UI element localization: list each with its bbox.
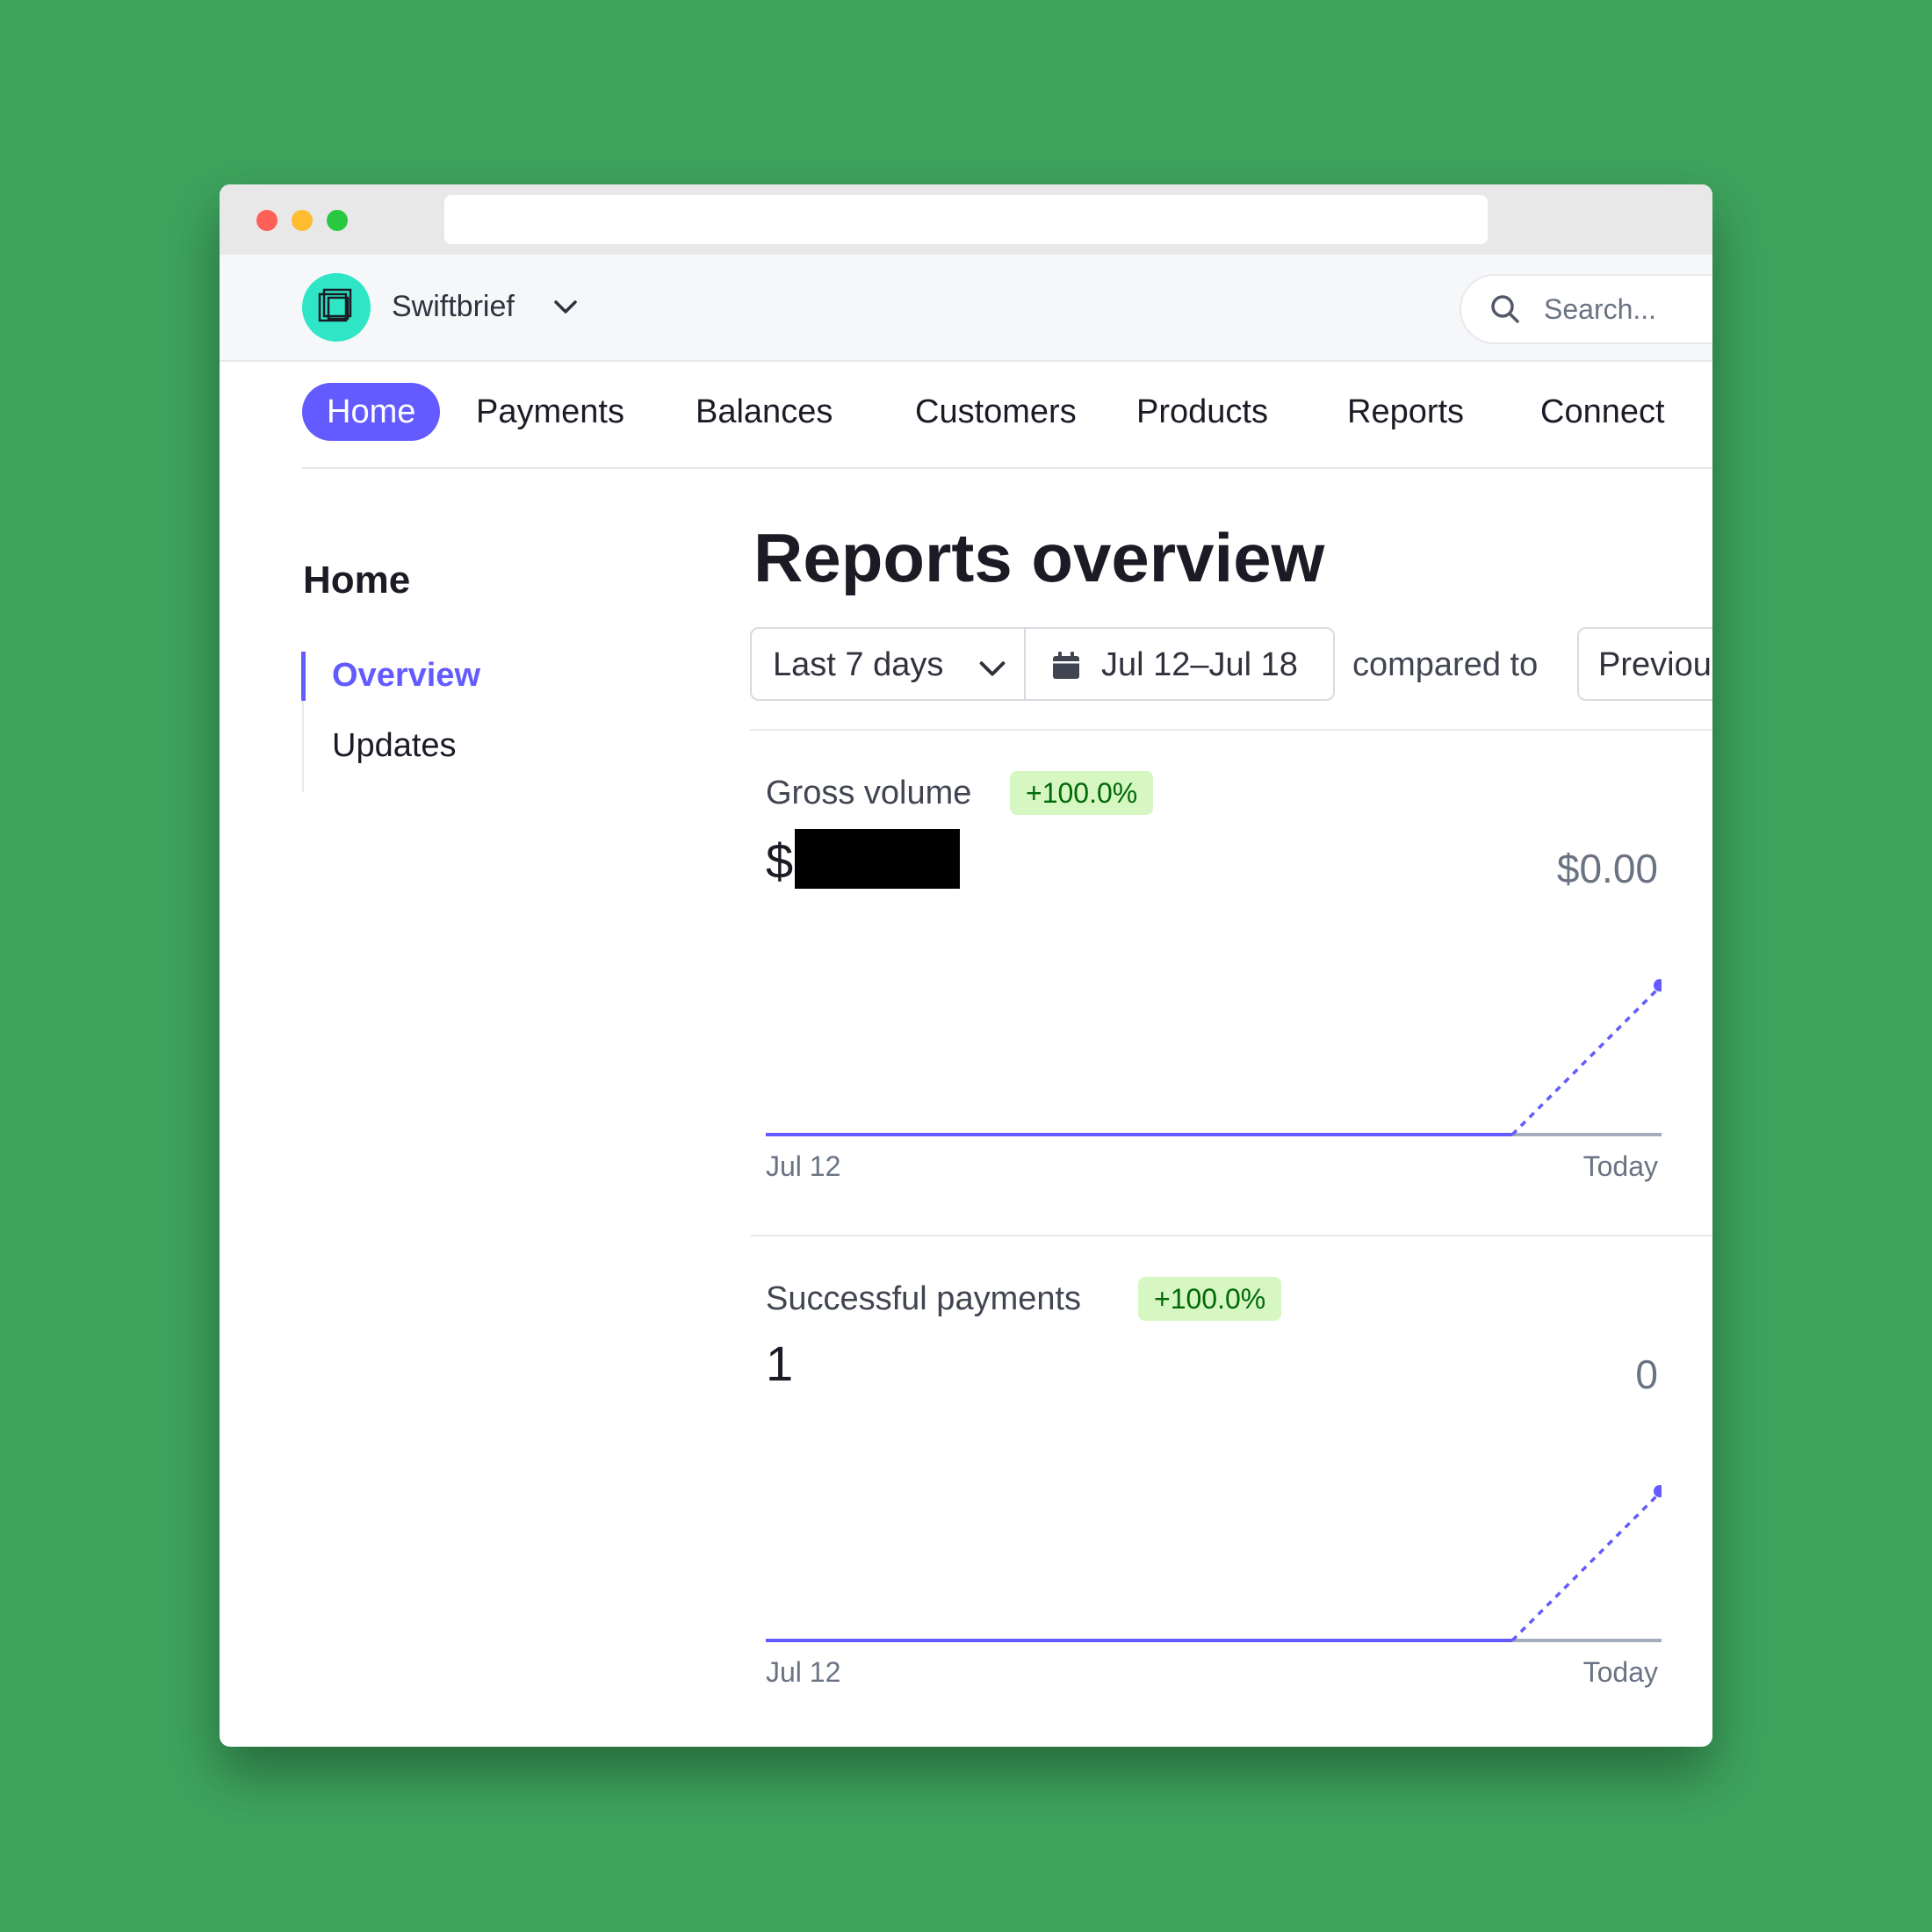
gross-volume-chart <box>766 979 1662 1136</box>
compared-to-label: compared to <box>1352 646 1539 683</box>
current-series-partial-segment <box>1510 1489 1662 1642</box>
redacted-value <box>795 829 961 889</box>
close-window-button[interactable] <box>256 210 278 231</box>
current-series-partial-segment <box>1510 984 1662 1136</box>
x-axis-start-label: Jul 12 <box>766 1150 841 1182</box>
x-axis-end-label: Today <box>1582 1656 1658 1688</box>
calendar-icon <box>1053 652 1079 679</box>
metric-card-gross-volume[interactable]: Gross volume +100.0% $ $0.00 Jul 12 Toda… <box>750 729 1712 1235</box>
successful-payments-chart <box>766 1485 1662 1642</box>
main-nav: Home Payments Balances Customers Product… <box>302 360 1712 469</box>
x-axis-end-label: Today <box>1582 1150 1658 1182</box>
comparison-select[interactable]: Previous period <box>1577 627 1712 701</box>
account-logo-icon[interactable] <box>302 273 371 342</box>
minimize-window-button[interactable] <box>292 210 313 231</box>
metric-value: $ <box>766 829 961 890</box>
browser-window: Swiftbrief Search... Home Payments Balan… <box>220 184 1712 1747</box>
date-range-label: Jul 12–Jul 18 <box>1101 646 1298 683</box>
change-badge: +100.0% <box>1138 1277 1282 1321</box>
metric-title: Gross volume <box>766 775 972 811</box>
nav-item-products[interactable]: Products <box>1112 383 1293 441</box>
search-icon <box>1489 293 1521 329</box>
change-badge: +100.0% <box>1010 771 1154 815</box>
sidebar-item-updates[interactable]: Updates <box>332 727 457 765</box>
metric-value: 1 <box>766 1336 794 1391</box>
nav-item-connect[interactable]: Connect <box>1516 383 1690 441</box>
comparison-value: 0 <box>1635 1352 1658 1397</box>
address-bar[interactable] <box>444 195 1488 244</box>
search-placeholder: Search... <box>1544 293 1657 325</box>
top-header: Swiftbrief Search... <box>220 255 1712 362</box>
nav-item-payments[interactable]: Payments <box>451 383 649 441</box>
comparison-select-label: Previous period <box>1598 646 1712 683</box>
window-titlebar <box>220 184 1712 255</box>
date-range-select[interactable]: Last 7 days <box>750 627 1024 701</box>
search-input[interactable]: Search... <box>1460 274 1712 344</box>
maximize-window-button[interactable] <box>327 210 348 231</box>
nav-item-balances[interactable]: Balances <box>671 383 857 441</box>
chevron-down-icon <box>979 661 1006 676</box>
date-range-picker[interactable]: Jul 12–Jul 18 <box>1024 627 1335 701</box>
sidebar-heading: Home <box>303 559 411 602</box>
metric-card-successful-payments[interactable]: Successful payments +100.0% 1 0 Jul 12 T… <box>750 1235 1712 1747</box>
date-range-select-label: Last 7 days <box>773 646 944 683</box>
nav-item-reports[interactable]: Reports <box>1323 383 1489 441</box>
sidebar-active-indicator <box>301 652 306 701</box>
page-title: Reports overview <box>753 519 1325 596</box>
nav-item-home[interactable]: Home <box>302 383 441 441</box>
metric-title: Successful payments <box>766 1280 1082 1317</box>
current-series-point <box>1654 979 1662 991</box>
account-switcher[interactable]: Swiftbrief <box>392 290 515 324</box>
chevron-down-icon[interactable] <box>551 293 580 326</box>
comparison-value: $0.00 <box>1556 846 1658 891</box>
sidebar-item-overview[interactable]: Overview <box>332 657 480 695</box>
currency-symbol: $ <box>766 833 794 889</box>
x-axis-start-label: Jul 12 <box>766 1656 841 1688</box>
current-series-point <box>1654 1485 1662 1497</box>
nav-item-customers[interactable]: Customers <box>890 383 1101 441</box>
sidebar-nav: Overview Updates <box>301 652 480 792</box>
